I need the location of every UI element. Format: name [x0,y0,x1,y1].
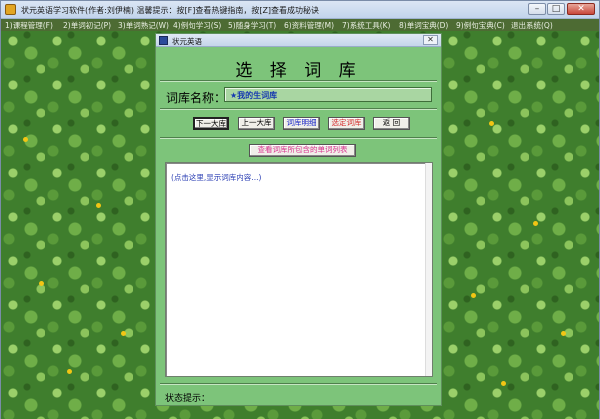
flower [489,121,494,126]
flower [67,369,72,374]
menu-item-course[interactable]: 1)课程管理(F) [5,20,53,31]
menu-item-sentence-book[interactable]: 9)例句宝典(C) [456,20,505,31]
library-content-area[interactable]: (点击这里,显示词库内容...) [165,162,433,377]
flower [501,381,506,386]
flower [23,137,28,142]
menu-item-word-book[interactable]: 8)单词宝典(D) [399,20,448,31]
divider [160,137,437,139]
divider [160,108,437,110]
flower [121,331,126,336]
library-name-field[interactable]: ★我的生词库 [224,87,432,102]
main-window: 状元英语学习软件(作者:刘伊楠) 温馨提示：按[F]查看热键指南，按[Z]查看成… [0,0,600,419]
flower [39,281,44,286]
menu-item-portable[interactable]: 5)随身学习(T) [228,20,276,31]
menu-item-sentence[interactable]: 4)例句学习(S) [173,20,221,31]
window-titlebar[interactable]: 状元英语学习软件(作者:刘伊楠) 温馨提示：按[F]查看热键指南，按[Z]查看成… [1,1,599,19]
maximize-button[interactable]: □ [547,3,565,15]
dialog-titlebar[interactable]: 状元英语 ✕ [156,34,441,47]
dialog-title: 状元英语 [172,37,202,46]
flower [561,331,566,336]
dialog-close-button[interactable]: ✕ [423,35,438,45]
next-library-button[interactable]: 下一大库 [193,117,229,130]
menu-item-materials[interactable]: 6)资料管理(M) [284,20,334,31]
content-hint[interactable]: (点击这里,显示词库内容...) [171,172,261,183]
back-button[interactable]: 返 回 [373,117,410,130]
library-details-button[interactable]: 词库明细 [283,117,320,130]
select-library-button[interactable]: 选定词库 [328,117,365,130]
close-button[interactable]: ✕ [567,3,595,15]
window-title: 状元英语学习软件(作者:刘伊楠) 温馨提示：按[F]查看热键指南，按[Z]查看成… [21,6,320,15]
flower [533,221,538,226]
menu-item-exit[interactable]: 退出系统(Q) [511,20,553,31]
menu-item-tools[interactable]: 7)系统工具(K) [342,20,390,31]
content-scrollbar[interactable] [425,163,432,376]
minimize-button[interactable]: – [528,3,546,15]
menu-item-word-first[interactable]: 2)单词初记(P) [63,20,111,31]
menubar: 1)课程管理(F) 2)单词初记(P) 3)单词熟记(W) 4)例句学习(S) … [1,19,599,31]
dialog-icon [159,36,168,45]
flower [471,293,476,298]
divider [160,383,437,385]
menu-item-word-memorize[interactable]: 3)单词熟记(W) [118,20,169,31]
status-label: 状态提示： [165,394,211,404]
app-icon [5,4,16,15]
prev-library-button[interactable]: 上一大库 [238,117,275,130]
flower [96,203,101,208]
dialog-heading: 选 择 词 库 [235,61,362,81]
divider [160,80,437,82]
library-name-label: 词库名称： [166,91,227,105]
view-word-list-button[interactable]: 查看词库所包含的单词列表 [249,144,356,157]
select-library-dialog: 状元英语 ✕ 选 择 词 库 词库名称： ★我的生词库 下一大库 上一大库 词库… [155,33,442,406]
